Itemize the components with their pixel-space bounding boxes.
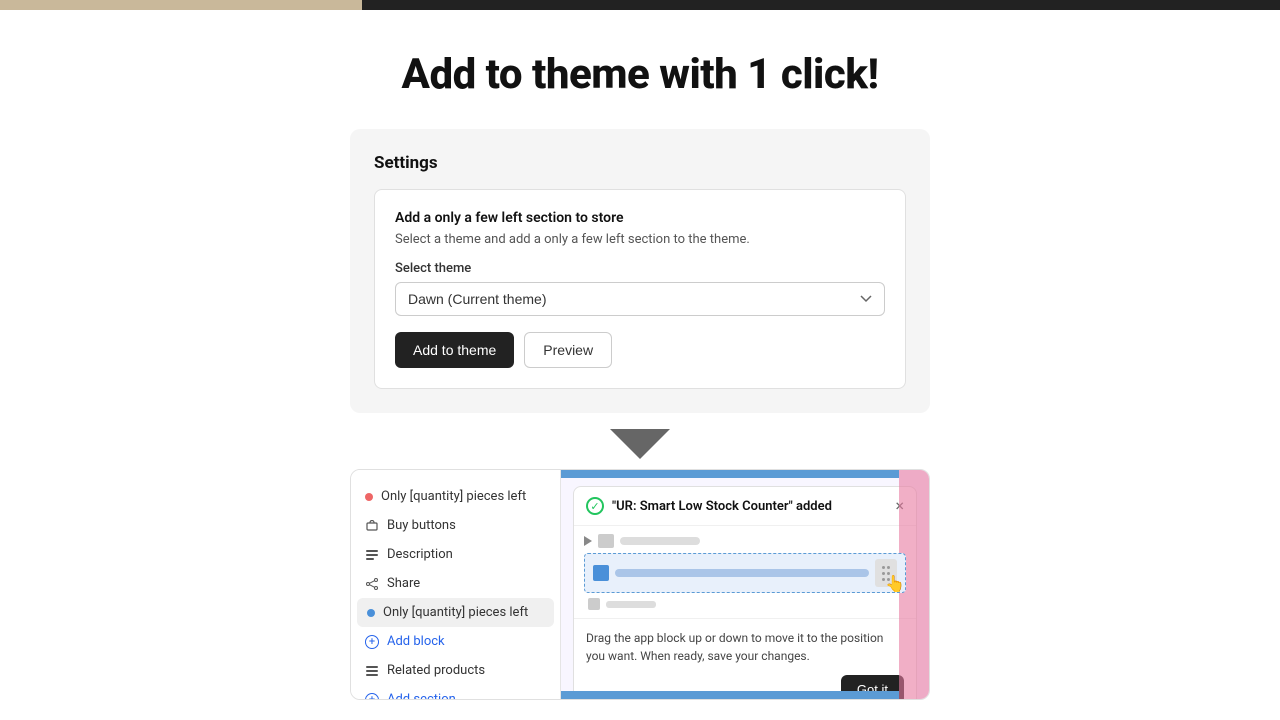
sidebar-item-label: Only [quantity] pieces left [381,489,526,504]
add-block-plus-icon: + [365,635,379,649]
main-heading: Add to theme with 1 click! [402,50,879,99]
sidebar-item-description[interactable]: Description [351,540,560,569]
dot-icon-red [365,493,373,501]
share-icon [365,577,379,591]
notification-description: Drag the app block up or down to move it… [586,629,904,665]
add-section-plus-icon: + [365,693,379,701]
preview-sm-text-line [606,601,656,608]
add-section-label: Add section [387,692,456,700]
sidebar-item-related-products[interactable]: Related products [351,656,560,685]
drag-dot [882,566,885,569]
sidebar-item-only-qty-1[interactable]: Only [quantity] pieces left [351,482,560,511]
notification-header: ✓ "UR: Smart Low Stock Counter" added × [574,487,916,526]
left-sidebar-panel: Only [quantity] pieces left Buy buttons [351,470,561,699]
preview-gray-block [598,534,614,548]
add-block-label: Add block [387,634,445,649]
section-desc: Select a theme and add a only a few left… [395,232,885,247]
settings-inner-card: Add a only a few left section to store S… [374,189,906,389]
check-circle-icon: ✓ [586,497,604,515]
notification-title: "UR: Smart Low Stock Counter" added [612,499,832,514]
preview-highlighted-row: 👆 [584,553,906,593]
theme-preview-mockup: 👆 [574,526,916,619]
blue-bottom-bar [561,691,899,699]
settings-title: Settings [374,153,906,173]
bottom-panels: Only [quantity] pieces left Buy buttons [350,469,930,700]
preview-button[interactable]: Preview [524,332,612,368]
sidebar-item-buy-buttons[interactable]: Buy buttons [351,511,560,540]
section-title: Add a only a few left section to store [395,210,885,226]
sidebar-item-only-qty-active[interactable]: Only [quantity] pieces left [357,598,554,627]
settings-card: Settings Add a only a few left section t… [350,129,930,413]
preview-bottom-row [584,598,906,610]
notification-body: Drag the app block up or down to move it… [574,619,916,700]
preview-expand-icon [584,536,592,546]
cursor-hand-icon: 👆 [885,574,905,593]
top-bar [362,0,1280,10]
dot-icon-blue [367,609,375,617]
sidebar-add-block[interactable]: + Add block [351,627,560,656]
arrow-down-icon [610,429,670,459]
lines-icon [365,548,379,562]
arrow-container [610,429,670,459]
preview-sm-gray-block [588,598,600,610]
related-products-icon [365,664,379,678]
page-content: Add to theme with 1 click! Settings Add … [0,10,1280,720]
preview-blue-block [593,565,609,581]
preview-normal-row [584,534,906,548]
preview-text-line [620,537,700,545]
sidebar-item-label: Share [387,576,420,591]
sidebar-item-label: Buy buttons [387,518,456,533]
sidebar-item-share[interactable]: Share [351,569,560,598]
notification-popup: ✓ "UR: Smart Low Stock Counter" added × [573,486,917,700]
right-notification-panel: ✓ "UR: Smart Low Stock Counter" added × [561,470,929,699]
select-label: Select theme [395,261,885,276]
sidebar-add-section[interactable]: + Add section [351,685,560,700]
add-theme-button[interactable]: Add to theme [395,332,514,368]
cart-icon [365,519,379,533]
button-row: Add to theme Preview [395,332,885,368]
sidebar-item-label: Related products [387,663,485,678]
sidebar-item-label: Description [387,547,453,562]
drag-dot [887,566,890,569]
preview-blue-line [615,569,869,577]
blue-top-bar [561,470,899,478]
sidebar-item-label: Only [quantity] pieces left [383,605,528,620]
theme-select[interactable]: Dawn (Current theme) [395,282,885,316]
drag-handle: 👆 [875,559,897,587]
notif-title-row: ✓ "UR: Smart Low Stock Counter" added [586,497,832,515]
